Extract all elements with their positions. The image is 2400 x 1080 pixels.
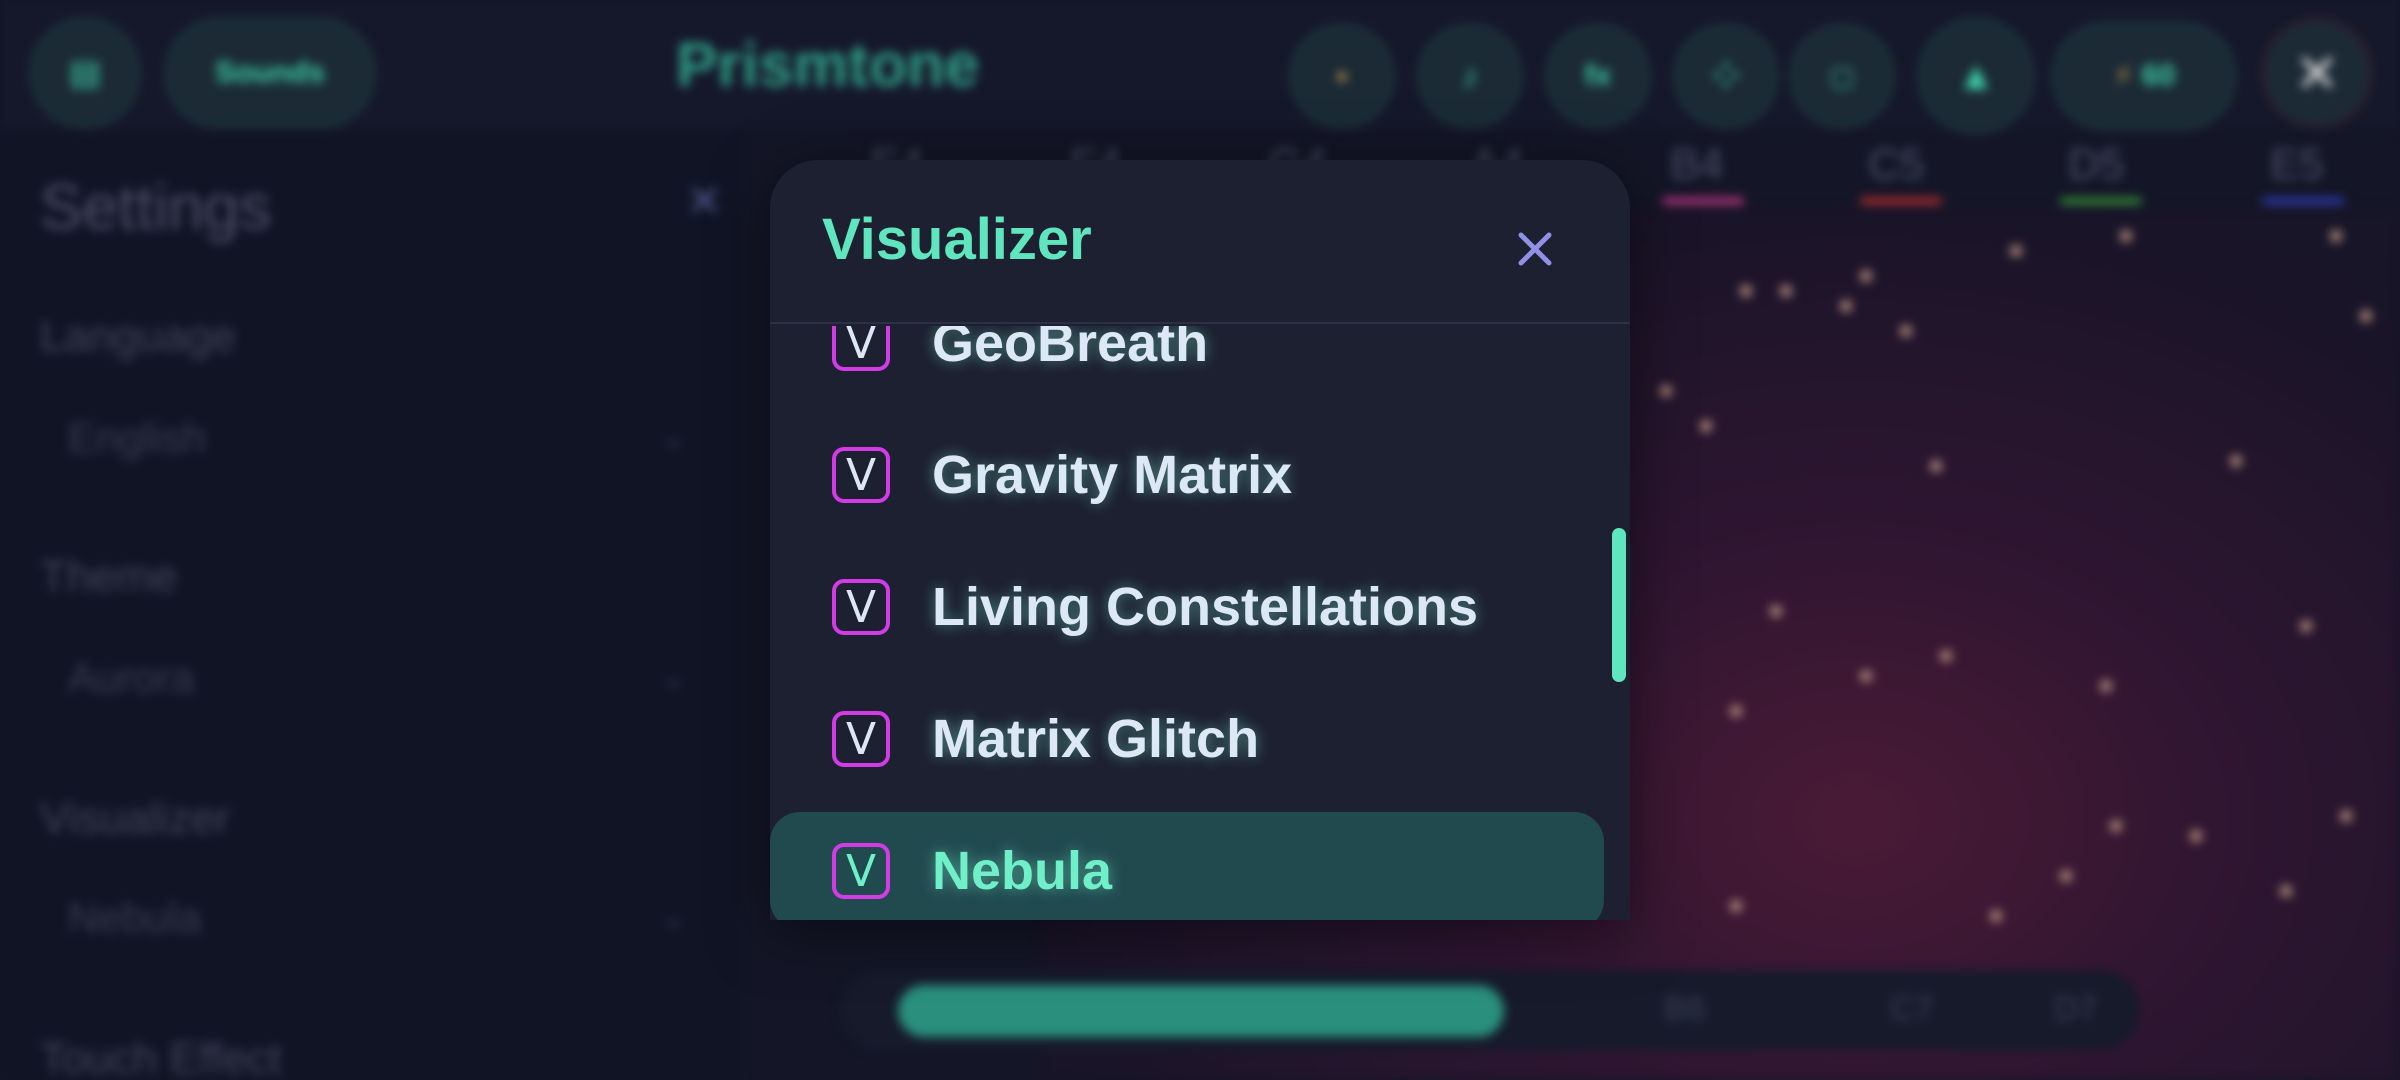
list-item-label: Nebula [932, 841, 1113, 901]
dialog-title: Visualizer [822, 207, 1092, 272]
chevron-down-icon: ⌄ [660, 661, 686, 694]
visualizer-select[interactable]: Nebula [68, 894, 201, 942]
learn-button[interactable]: ▲ [1918, 18, 2034, 134]
list-item-label: Gravity Matrix [932, 445, 1293, 505]
settings-close-icon[interactable]: ✕ [686, 176, 723, 227]
star-particle [1990, 910, 2002, 922]
visualizer-icon: V [832, 843, 890, 899]
sounds-button[interactable]: Sounds [165, 18, 375, 128]
star-particle [2340, 810, 2352, 822]
close-icon [1518, 232, 1552, 266]
star-particle [1860, 670, 1872, 682]
star-particle [2280, 885, 2292, 897]
note-label: D5 [2068, 140, 2125, 189]
list-item-geobreath[interactable]: V GeoBreath [770, 326, 1604, 402]
star-particle [2330, 230, 2342, 242]
list-item-label: GeoBreath [932, 326, 1209, 373]
graduation-cap-icon: ▲ [1956, 53, 1996, 98]
star-particle [1770, 605, 1782, 617]
note-underline [2060, 198, 2142, 204]
touch-effect-label: Touch Effect [40, 1034, 282, 1080]
star-particle [1740, 285, 1752, 297]
star-particle [2110, 820, 2122, 832]
theme-select[interactable]: Aurora [68, 654, 194, 702]
note-underline [1662, 198, 1744, 204]
language-select[interactable]: English [68, 414, 206, 462]
note-label: C5 [1868, 140, 1925, 189]
list-item-label: Matrix Glitch [932, 709, 1260, 769]
list-item-nebula[interactable]: V Nebula [770, 812, 1604, 920]
menu-icon: ▤ [68, 54, 102, 92]
chevron-down-icon: ⌄ [660, 901, 686, 934]
star-button[interactable]: ● [1290, 24, 1394, 128]
energy-count: 60 [2141, 59, 2176, 92]
star-particle [1900, 325, 1912, 337]
star-particle [1860, 270, 1872, 282]
visualizer-icon: V [832, 579, 890, 635]
grid-icon: ⁘ [1711, 57, 1741, 95]
star-particle [1780, 285, 1792, 297]
note-underline [2262, 198, 2344, 204]
visualizer-icon: V [832, 326, 890, 371]
app-title: Prismtone [676, 31, 980, 100]
visualizer-list[interactable]: V GeoBreath V Gravity Matrix V Living Co… [770, 326, 1630, 920]
grid-button[interactable]: ⁘ [1674, 24, 1778, 128]
star-particle [2230, 455, 2242, 467]
star-particle [1930, 460, 1942, 472]
music-note-button[interactable]: ♪ [1418, 24, 1522, 128]
list-item-living-constellations[interactable]: V Living Constellations [770, 548, 1604, 666]
close-icon: ✕ [2294, 43, 2340, 104]
star-particle [1660, 385, 1672, 397]
bottom-note-label: D7 [2054, 990, 2098, 1028]
visualizer-icon: V [832, 711, 890, 767]
list-item-matrix-glitch[interactable]: V Matrix Glitch [770, 680, 1604, 798]
dialog-header: Visualizer [770, 160, 1630, 324]
visualizer-icon: V [832, 447, 890, 503]
star-icon: ● [1335, 63, 1349, 88]
fx-button[interactable]: fx [1546, 24, 1650, 128]
settings-title: Settings [40, 171, 272, 243]
scrollbar-thumb[interactable] [1612, 528, 1626, 682]
chevron-down-icon: ⌄ [660, 421, 686, 454]
star-particle [1840, 300, 1852, 312]
note-label: B4 [1670, 140, 1724, 189]
star-particle [1700, 420, 1712, 432]
lock-button[interactable]: ▢ [1790, 24, 1894, 128]
star-particle [2120, 230, 2132, 242]
music-note-icon: ♪ [1461, 56, 1479, 95]
list-item-label: Living Constellations [932, 577, 1479, 637]
star-particle [2190, 830, 2202, 842]
energy-badge[interactable]: ⚡ 60 [2052, 22, 2236, 130]
star-particle [2360, 310, 2372, 322]
note-label: E5 [2270, 140, 2324, 189]
dialog-close-button[interactable] [1504, 218, 1566, 280]
star-particle [2300, 620, 2312, 632]
star-particle [2100, 680, 2112, 692]
lock-icon: ▢ [1829, 60, 1855, 91]
lightning-icon: ⚡ [2112, 59, 2134, 93]
star-particle [1940, 650, 1952, 662]
star-particle [2010, 245, 2022, 257]
menu-button[interactable]: ▤ [30, 18, 140, 128]
note-underline [1860, 198, 1942, 204]
fx-icon: fx [1584, 59, 1612, 92]
star-particle [1730, 705, 1742, 717]
star-particle [2060, 870, 2072, 882]
vibrato-pitch-bend-pill[interactable] [898, 985, 1504, 1037]
bottom-note-label: C7 [1890, 990, 1934, 1028]
list-item-gravity-matrix[interactable]: V Gravity Matrix [770, 416, 1604, 534]
language-label: Language [40, 312, 236, 361]
theme-label: Theme [40, 552, 177, 601]
exit-button[interactable]: ✕ [2262, 18, 2372, 128]
star-particle [1730, 900, 1742, 912]
visualizer-label: Visualizer [40, 794, 230, 843]
bottom-note-label: B6 [1664, 990, 1706, 1028]
visualizer-picker-dialog: Visualizer V GeoBreath V Gravity Matrix … [770, 160, 1630, 920]
